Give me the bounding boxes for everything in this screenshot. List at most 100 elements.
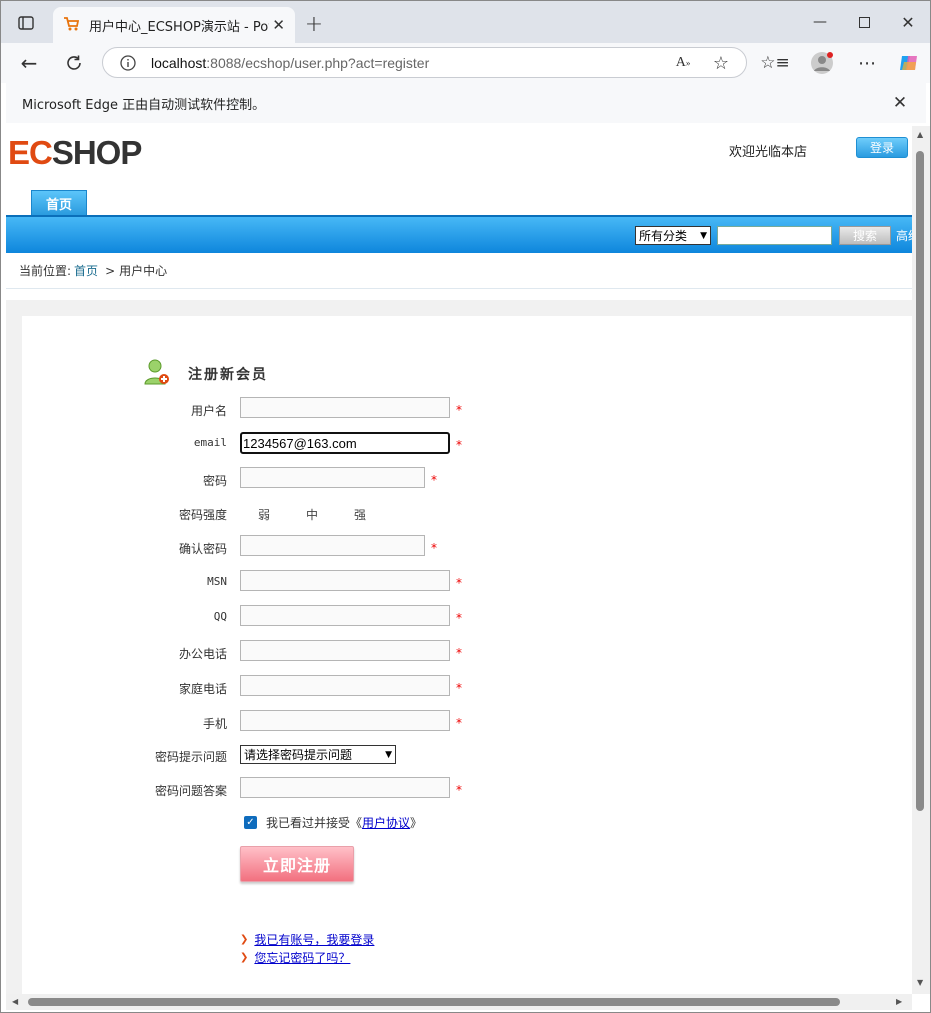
required-mark: * xyxy=(456,576,462,590)
answer-input[interactable] xyxy=(240,777,450,798)
email-input[interactable]: 1234567@163.com xyxy=(240,432,450,454)
label-home-phone: 家庭电话 xyxy=(178,682,227,696)
url-host: localhost xyxy=(151,54,207,71)
register-panel: 注册新会员 用户名 * email 1234567@163.com * 密码 * xyxy=(22,316,912,994)
register-header: 注册新会员 xyxy=(144,358,268,389)
add-user-icon xyxy=(144,358,170,389)
required-mark: * xyxy=(456,646,462,660)
breadcrumb-current: 用户中心 xyxy=(119,264,168,278)
address-bar-row: ← localhost:8088/ecshop/user.php?act=reg… xyxy=(1,43,930,83)
close-tab-icon[interactable]: ✕ xyxy=(272,16,285,34)
refresh-icon[interactable] xyxy=(63,52,85,74)
more-menu-icon[interactable]: ⋯ xyxy=(856,52,878,74)
read-aloud-icon[interactable]: A» xyxy=(673,54,693,72)
breadcrumb: 当前位置: 首页 > 用户中心 xyxy=(6,253,912,289)
label-office-phone: 办公电话 xyxy=(178,647,227,661)
chevron-down-icon: ▼ xyxy=(385,749,392,760)
label-msn: MSN xyxy=(207,575,227,588)
chevron-down-icon: ▼ xyxy=(700,230,707,241)
register-button[interactable]: 立即注册 xyxy=(240,846,354,882)
mobile-input[interactable] xyxy=(240,710,450,731)
username-input[interactable] xyxy=(240,397,450,418)
browser-tab[interactable]: 用户中心_ECSHOP演示站 - Powered ✕ xyxy=(53,7,295,43)
welcome-text: 欢迎光临本店 xyxy=(729,145,808,160)
label-answer: 密码问题答案 xyxy=(154,784,227,798)
required-mark: * xyxy=(456,611,462,625)
question-select[interactable]: 请选择密码提示问题 ▼ xyxy=(240,745,396,764)
keyword-input[interactable] xyxy=(717,226,832,245)
label-password: 密码 xyxy=(202,474,227,488)
required-mark: * xyxy=(456,783,462,797)
forgot-link-row: ❯ 您忘记密码了吗？ xyxy=(240,949,350,966)
search-bar: 所有分类▼ 搜索 高级搜索 xyxy=(6,215,912,253)
login-button[interactable]: 登录 xyxy=(856,137,908,158)
qq-input[interactable] xyxy=(240,605,450,626)
confirm-password-input[interactable] xyxy=(240,535,425,556)
vertical-scroll-thumb[interactable] xyxy=(916,151,924,811)
msn-input[interactable] xyxy=(240,570,450,591)
strength-medium: 中 xyxy=(306,508,319,522)
advanced-search-link[interactable]: 高级搜索 xyxy=(896,227,912,244)
tab-bar: 用户中心_ECSHOP演示站 - Powered ✕ + — ✕ xyxy=(1,1,930,43)
copilot-icon[interactable] xyxy=(897,51,921,75)
label-email: email xyxy=(193,436,227,449)
arrow-right-icon: ❯ xyxy=(240,952,249,963)
strength-strong: 强 xyxy=(354,508,367,522)
content-area: 注册新会员 用户名 * email 1234567@163.com * 密码 * xyxy=(6,300,912,994)
agreement-row: ✓ 我已看过并接受《 用户协议》 xyxy=(244,814,422,831)
page-viewport: ECSHOP 欢迎光临本店 登录 首页 所有分类▼ 搜索 高级搜索 当前位置: … xyxy=(6,126,912,994)
profile-avatar-icon[interactable] xyxy=(809,50,835,76)
required-mark: * xyxy=(431,541,437,555)
required-mark: * xyxy=(456,438,462,452)
horizontal-scroll-thumb[interactable] xyxy=(28,998,840,1006)
password-input[interactable] xyxy=(240,467,425,488)
cart-icon xyxy=(63,16,80,35)
search-button[interactable]: 搜索 xyxy=(839,226,891,245)
home-phone-input[interactable] xyxy=(240,675,450,696)
favorites-list-icon[interactable]: ☆≡ xyxy=(760,52,789,74)
window-close-icon[interactable]: ✕ xyxy=(897,11,919,33)
scroll-right-icon[interactable]: ▶ xyxy=(896,997,902,1006)
url-path: :8088/ecshop/user.php?act=register xyxy=(206,54,430,71)
new-tab-icon[interactable]: + xyxy=(303,12,325,37)
label-confirm-password: 确认密码 xyxy=(178,542,227,556)
scroll-down-icon[interactable]: ▼ xyxy=(917,978,923,987)
infobar-close-icon[interactable]: ✕ xyxy=(890,93,910,113)
vertical-scrollbar[interactable]: ▲ ▼ xyxy=(912,126,930,994)
label-username: 用户名 xyxy=(190,404,227,418)
office-phone-input[interactable] xyxy=(240,640,450,661)
required-mark: * xyxy=(456,403,462,417)
required-mark: * xyxy=(456,716,462,730)
agree-checkbox[interactable]: ✓ xyxy=(244,816,257,829)
required-mark: * xyxy=(456,681,462,695)
browser-window: 用户中心_ECSHOP演示站 - Powered ✕ + — ✕ ← local… xyxy=(0,0,931,1013)
minimize-icon[interactable]: — xyxy=(809,11,831,33)
automation-infobar: Microsoft Edge 正由自动测试软件控制。 ✕ xyxy=(6,83,926,123)
strength-weak: 弱 xyxy=(258,508,271,522)
infobar-text: Microsoft Edge 正由自动测试软件控制。 xyxy=(22,97,266,113)
nav-tab-home[interactable]: 首页 xyxy=(31,190,87,216)
arrow-right-icon: ❯ xyxy=(240,934,249,945)
horizontal-scrollbar[interactable]: ◀ ▶ xyxy=(6,994,912,1010)
back-icon[interactable]: ← xyxy=(17,51,41,75)
form-title: 注册新会员 xyxy=(188,366,268,383)
label-strength: 密码强度 xyxy=(178,508,227,522)
maximize-icon[interactable] xyxy=(853,11,875,33)
tab-actions-icon[interactable] xyxy=(15,13,37,33)
scroll-left-icon[interactable]: ◀ xyxy=(12,997,18,1006)
have-account-login-link[interactable]: 我已有账号，我要登录 xyxy=(254,931,374,948)
site-info-icon[interactable] xyxy=(120,55,136,71)
tab-title: 用户中心_ECSHOP演示站 - Powered xyxy=(89,19,269,35)
url-box[interactable]: localhost:8088/ecshop/user.php?act=regis… xyxy=(102,47,747,78)
scroll-up-icon[interactable]: ▲ xyxy=(917,130,923,139)
category-select[interactable]: 所有分类 ▼ xyxy=(635,226,711,245)
forgot-password-link[interactable]: 您忘记密码了吗？ xyxy=(254,949,350,966)
required-mark: * xyxy=(431,473,437,487)
favorite-star-icon[interactable]: ☆ xyxy=(711,53,731,74)
label-question: 密码提示问题 xyxy=(154,750,227,764)
ecshop-logo[interactable]: ECSHOP xyxy=(8,134,142,172)
login-link-row: ❯ 我已有账号，我要登录 xyxy=(240,931,374,948)
label-qq: QQ xyxy=(213,610,227,623)
user-agreement-link[interactable]: 用户协议 xyxy=(362,814,410,831)
breadcrumb-home-link[interactable]: 首页 xyxy=(74,262,98,279)
